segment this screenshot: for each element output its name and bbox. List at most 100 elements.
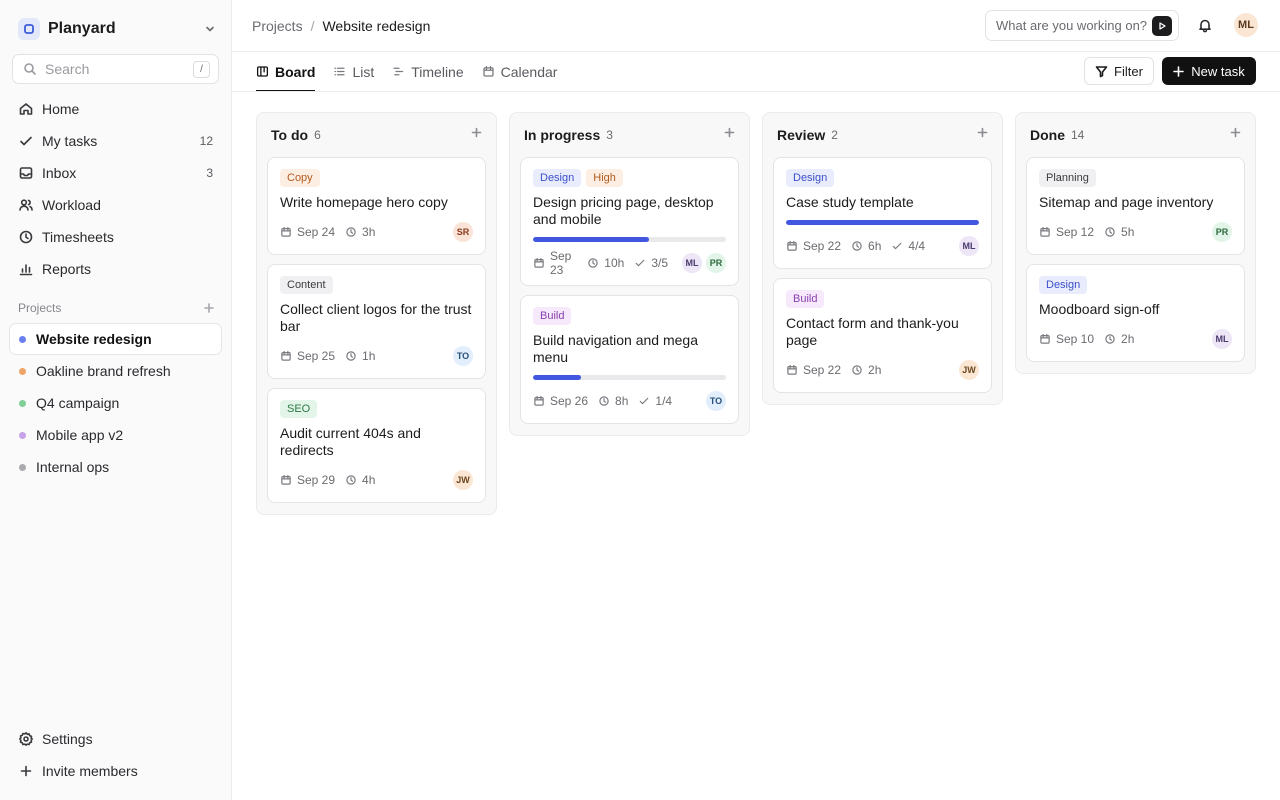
project-item[interactable]: Mobile app v2 (9, 419, 222, 451)
task-card[interactable]: Design High Design pricing page, desktop a… (520, 157, 739, 286)
bar-chart-icon (18, 261, 34, 277)
sidebar-item-label: Workload (42, 197, 101, 213)
task-tags: Design High (533, 169, 726, 187)
project-color-dot (19, 367, 26, 375)
square-logo-icon (18, 18, 40, 40)
play-icon[interactable] (1152, 15, 1172, 36)
task-tag: Build (533, 307, 572, 325)
add-project-icon[interactable] (204, 303, 214, 313)
column-header: Done 14 (1016, 113, 1255, 157)
add-card-icon[interactable] (977, 127, 988, 138)
task-meta: Sep 12 5h PR (1039, 222, 1232, 242)
assignee-avatar[interactable]: TO (453, 346, 473, 366)
users-icon (18, 197, 34, 213)
sidebar-item-invite-members[interactable]: Invite members (10, 755, 222, 787)
timeline-icon (392, 65, 405, 78)
filter-button[interactable]: Filter (1084, 57, 1154, 85)
tab-label: Timeline (411, 63, 464, 80)
sidebar-item-settings[interactable]: Settings (10, 723, 222, 755)
search-shortcut: / (193, 60, 210, 78)
task-tag: SEO (280, 400, 318, 418)
column-count: 2 (831, 128, 838, 142)
tab-timeline[interactable]: Timeline (392, 52, 464, 91)
assignee-avatar[interactable]: ML (959, 236, 979, 256)
task-card[interactable]: Design Moodboard sign-off Sep 10 2h ML (1026, 264, 1245, 362)
sidebar-item-timesheets[interactable]: Timesheets (10, 221, 222, 253)
sidebar-item-workload[interactable]: Workload (10, 189, 222, 221)
sidebar-item-label: Reports (42, 261, 92, 277)
home-icon (18, 101, 34, 117)
due-date-text: Sep 22 (803, 239, 842, 253)
tab-board[interactable]: Board (256, 52, 316, 92)
task-tags: Planning (1039, 169, 1232, 187)
assignee-avatar[interactable]: TO (706, 391, 726, 411)
task-card[interactable]: Planning Sitemap and page inventory Sep 12… (1026, 157, 1245, 255)
column-header: To do 6 (257, 113, 496, 157)
gear-icon (18, 731, 34, 747)
project-color-dot (19, 399, 26, 407)
task-card[interactable]: SEO Audit current 404s and redirects Sep 2… (267, 388, 486, 503)
task-card[interactable]: Build Contact form and thank-you page Sep … (773, 278, 992, 393)
task-assignees: TO (449, 346, 473, 366)
assignee-avatar[interactable]: JW (959, 360, 979, 380)
user-avatar[interactable]: ML (1234, 13, 1258, 37)
add-card-icon[interactable] (1230, 127, 1241, 138)
column-count: 14 (1071, 128, 1085, 142)
project-color-dot (19, 335, 26, 343)
task-meta: Sep 23 10h 3/5 ML PR (533, 249, 726, 277)
tabs-divider (232, 91, 1280, 92)
new-task-button[interactable]: New task (1162, 57, 1256, 85)
task-card[interactable]: Content Collect client logos for the trus… (267, 264, 486, 379)
task-title: Case study template (786, 194, 914, 210)
sidebar-item-home[interactable]: Home (10, 93, 222, 125)
task-due-date: Sep 12 (1039, 225, 1094, 239)
clock-icon (598, 395, 615, 407)
column-title: In progress (524, 127, 601, 143)
sidebar-item-label: My tasks (42, 133, 98, 149)
project-item[interactable]: Oakline brand refresh (9, 355, 222, 387)
task-assignees: ML (1208, 329, 1232, 349)
column-title: Done (1030, 127, 1065, 143)
breadcrumb-parent[interactable]: Projects (252, 18, 303, 34)
check-icon (638, 395, 655, 407)
sidebar-item-label: Inbox (42, 165, 77, 181)
sidebar-item-reports[interactable]: Reports (10, 253, 222, 285)
column-title: Review (777, 127, 826, 143)
assignee-avatar[interactable]: JW (453, 470, 473, 490)
sidebar-item-label: Timesheets (42, 229, 114, 245)
task-due-date: Sep 10 (1039, 332, 1094, 346)
breadcrumb: Projects / Website redesign (252, 17, 430, 35)
add-card-icon[interactable] (724, 127, 735, 138)
assignee-avatar[interactable]: SR (453, 222, 473, 242)
bell-icon[interactable] (1197, 17, 1213, 33)
sidebar-item-my-tasks[interactable]: My tasks 12 (10, 125, 222, 157)
project-item[interactable]: Q4 campaign (9, 387, 222, 419)
project-name: Oakline brand refresh (36, 363, 171, 379)
column-count: 6 (314, 128, 321, 142)
check-icon (891, 240, 908, 252)
task-card[interactable]: Design Case study template Sep 22 6h 4/4 ML (773, 157, 992, 269)
assignee-avatar[interactable]: PR (706, 253, 726, 273)
time-tracker-input[interactable]: What are you working on? (985, 10, 1179, 41)
clock-icon (1104, 333, 1121, 345)
assignee-avatar[interactable]: ML (682, 253, 702, 273)
assignee-avatar[interactable]: PR (1212, 222, 1232, 242)
clock-icon (345, 226, 362, 238)
project-name: Q4 campaign (36, 395, 120, 411)
tab-label: Calendar (500, 63, 558, 80)
project-item[interactable]: Internal ops (9, 451, 222, 483)
task-assignees: ML (955, 236, 979, 256)
assignee-avatar[interactable]: ML (1212, 329, 1232, 349)
task-tag: Planning (1039, 169, 1096, 187)
add-card-icon[interactable] (471, 127, 482, 138)
plus-icon (18, 763, 34, 779)
workspace-name: Planyard (48, 20, 116, 37)
tab-list[interactable]: List (333, 52, 374, 91)
project-item[interactable]: Website redesign (9, 323, 222, 355)
task-card[interactable]: Copy Write homepage hero copy Sep 24 3h SR (267, 157, 486, 255)
search-input[interactable]: Search / (12, 54, 219, 84)
workspace-switcher[interactable]: Planyard (18, 18, 216, 40)
sidebar-item-inbox[interactable]: Inbox 3 (10, 157, 222, 189)
tab-calendar[interactable]: Calendar (482, 52, 558, 91)
task-card[interactable]: Build Build navigation and mega menu Sep 2… (520, 295, 739, 424)
